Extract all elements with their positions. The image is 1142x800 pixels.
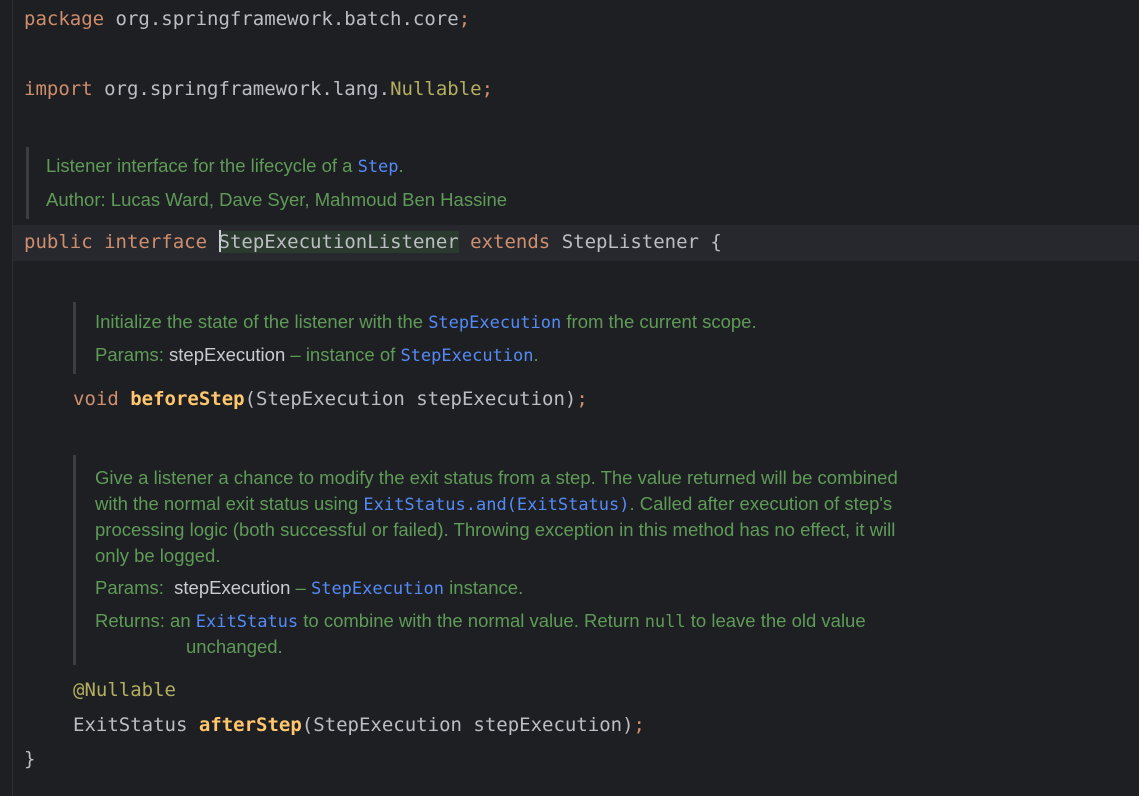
before-step-doc-params: Params: stepExecution – instance of Step… <box>95 344 539 366</box>
nullable-annotation[interactable]: @Nullable <box>73 677 176 703</box>
package-name: org.springframework.batch.core <box>104 8 459 30</box>
public-keyword: public <box>24 231 93 253</box>
exit-status-type: ExitStatus <box>73 714 199 736</box>
exit-status-link[interactable]: ExitStatus <box>196 612 298 632</box>
import-class: Nullable <box>390 78 482 100</box>
step-execution-link[interactable]: StepExecution <box>428 313 561 333</box>
super-interface: StepListener { <box>550 231 722 253</box>
interface-doc-description: Listener interface for the lifecycle of … <box>46 155 404 177</box>
after-step-params: (StepExecution stepExecution) <box>301 714 634 736</box>
before-step-doc-bar <box>73 302 76 374</box>
interface-declaration[interactable]: public interface StepExecutionListener e… <box>24 229 722 255</box>
window-bottom-edge <box>0 796 1142 800</box>
after-step-doc-line1: Give a listener a chance to modify the e… <box>95 467 898 488</box>
import-semicolon: ; <box>481 78 494 100</box>
import-statement[interactable]: import org.springframework.lang.Nullable… <box>24 76 493 102</box>
code-editor[interactable]: package org.springframework.batch.core; … <box>0 0 1142 800</box>
closing-brace[interactable]: } <box>24 746 35 772</box>
before-step-name: beforeStep <box>130 388 245 410</box>
interface-name[interactable]: StepExecutionListener <box>218 230 459 253</box>
void-keyword: void <box>73 388 119 410</box>
gutter-edge <box>12 0 13 800</box>
exit-status-and-link[interactable]: ExitStatus.and(ExitStatus) <box>363 495 629 515</box>
import-keyword: import <box>24 78 93 100</box>
interface-keyword: interface <box>104 231 208 253</box>
package-keyword: package <box>24 8 105 30</box>
import-package: org.springframework.lang. <box>92 78 391 100</box>
after-step-doc-line3: processing logic (both successful or fai… <box>95 519 896 540</box>
before-step-params: (StepExecution stepExecution) <box>244 388 577 410</box>
step-execution-instance-link[interactable]: StepExecution <box>311 579 444 599</box>
before-step-method[interactable]: void beforeStep(StepExecution stepExecut… <box>73 386 588 412</box>
after-step-method[interactable]: ExitStatus afterStep(StepExecution stepE… <box>73 712 645 738</box>
after-step-doc-line4: only be logged. <box>95 545 221 566</box>
package-semicolon: ; <box>458 8 471 30</box>
after-step-doc-line2: with the normal exit status using ExitSt… <box>95 493 893 515</box>
step-link[interactable]: Step <box>358 157 399 177</box>
interface-doc-author: Author: Lucas Ward, Dave Syer, Mahmoud B… <box>46 189 508 210</box>
after-step-doc-returns-cont: unchanged. <box>186 636 283 657</box>
interface-doc-bar <box>26 147 29 219</box>
after-step-doc-bar <box>73 455 76 665</box>
step-execution-param-link[interactable]: StepExecution <box>400 346 533 366</box>
after-step-doc-returns: Returns: an ExitStatus to combine with t… <box>95 610 866 632</box>
extends-keyword: extends <box>470 231 551 253</box>
after-step-name: afterStep <box>198 714 302 736</box>
after-step-doc-params: Params: stepExecution – StepExecution in… <box>95 577 524 599</box>
before-step-doc-description: Initialize the state of the listener wit… <box>95 311 757 333</box>
package-declaration[interactable]: package org.springframework.batch.core; <box>24 6 470 32</box>
